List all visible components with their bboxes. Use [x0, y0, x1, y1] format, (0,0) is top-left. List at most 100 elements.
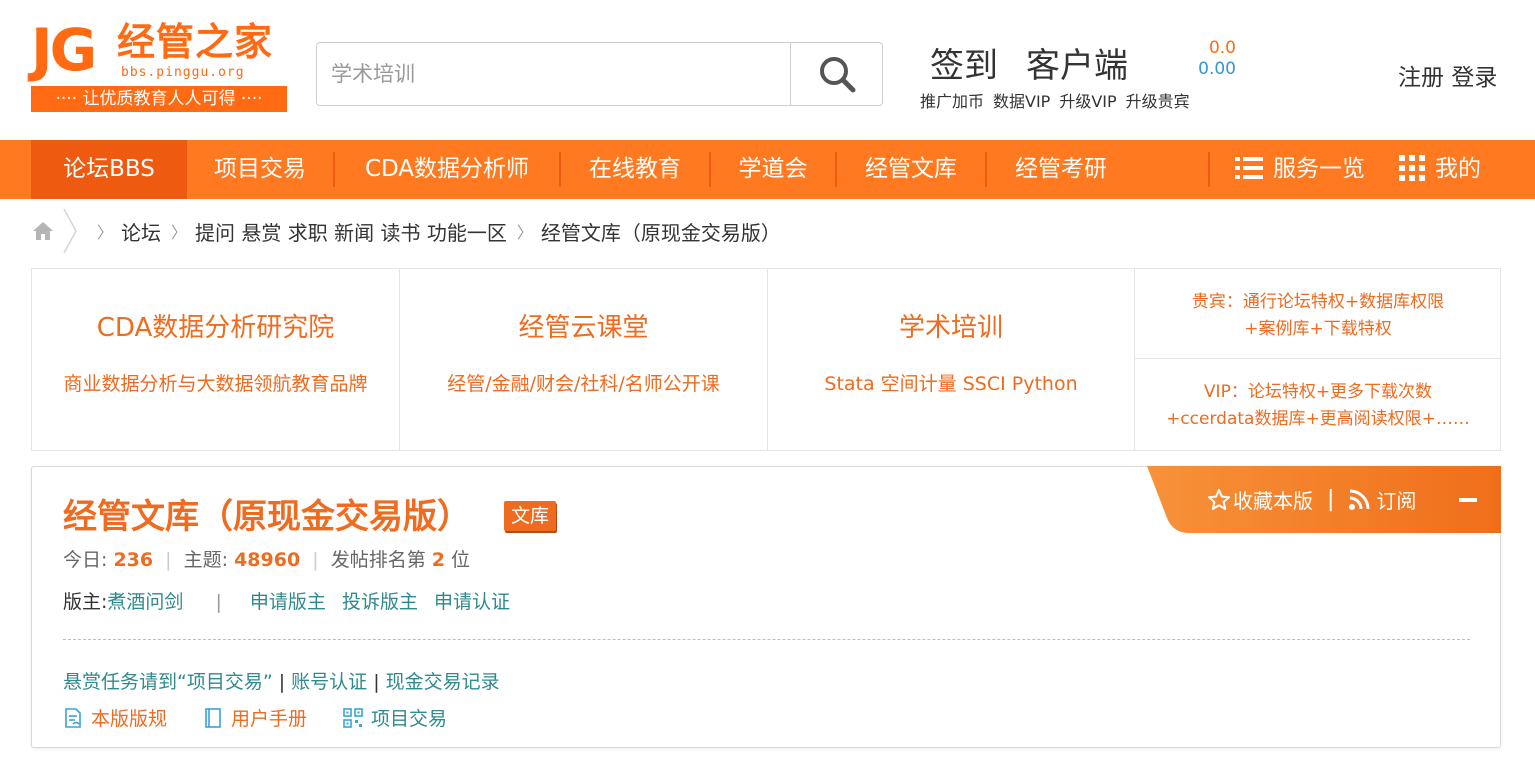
promo-vip-line-2: +ccerdata数据库+更高阅读权限+……: [1166, 409, 1470, 429]
chevron-right-icon: 〉: [171, 223, 188, 242]
nav-mine[interactable]: 我的: [1390, 140, 1490, 199]
account-verify-link[interactable]: 账号认证: [291, 671, 367, 693]
project-trade-label: 项目交易: [371, 708, 448, 730]
complain-moderator-link[interactable]: 投诉版主: [342, 591, 418, 613]
star-icon: [1208, 488, 1230, 510]
subscribe-label: 订阅: [1376, 489, 1417, 513]
promo-vip-line-1: VIP：论坛特权+更多下载次数: [1203, 382, 1433, 402]
site-logo[interactable]: JG 经管之家 bbs.pinggu.org ···· 让优质教育人人可得 ··…: [31, 18, 287, 114]
breadcrumb-current[interactable]: 经管文库（原现金交易版）: [541, 217, 781, 246]
auth-links: 注册 登录: [1398, 58, 1497, 92]
rank-suffix: 位: [451, 549, 471, 571]
home-icon[interactable]: [31, 219, 55, 243]
forum-notice: 悬赏任务请到“项目交易” | 账号认证 | 现金交易记录: [63, 671, 500, 693]
promo-vip-privileges[interactable]: VIP：论坛特权+更多下载次数 +ccerdata数据库+更高阅读权限+……: [1135, 359, 1501, 449]
top-links: 签到 客户端: [930, 38, 1156, 87]
forum-action-ribbon: 收藏本版 | 订阅: [1147, 466, 1501, 533]
rss-icon: [1349, 489, 1370, 510]
bounty-task-link[interactable]: 悬赏任务请到“项目交易”: [63, 671, 273, 693]
moderator-link[interactable]: 煮酒问剑: [107, 591, 183, 613]
user-manual-label: 用户手册: [231, 708, 308, 730]
account-sub-links: 推广加币 数据VIP 升级VIP 升级贵宾: [920, 88, 1199, 112]
rank-prefix: 发帖排名第: [330, 549, 426, 571]
search-input[interactable]: [317, 43, 790, 105]
nav-item-project-trade[interactable]: 项目交易: [187, 140, 333, 199]
breadcrumb: 〉 论坛 〉 提问 悬赏 求职 新闻 读书 功能一区 〉 经管文库（原现金交易版…: [31, 208, 781, 254]
favorite-forum-label: 收藏本版: [1233, 489, 1313, 513]
nav-item-online-edu[interactable]: 在线教育: [561, 140, 709, 199]
list-icon: [1235, 156, 1263, 179]
topics-label: 主题:: [183, 549, 229, 571]
promo-subtitle: 商业数据分析与大数据领航教育品牌: [63, 373, 368, 395]
today-count: 236: [113, 549, 154, 571]
login-link[interactable]: 登录: [1451, 65, 1497, 91]
stats-divider: |: [165, 549, 172, 571]
project-trade-button[interactable]: 项目交易: [343, 704, 447, 731]
moderators-divider: |: [215, 591, 222, 613]
promo-guest-line-1: 贵宾：通行论坛特权+数据库权限: [1191, 292, 1445, 312]
chevron-right-icon: 〉: [516, 223, 533, 242]
topics-count: 48960: [234, 549, 301, 571]
data-vip-link[interactable]: 数据VIP: [993, 92, 1050, 111]
promo-subtitle: 经管/金融/财会/社科/名师公开课: [447, 373, 720, 395]
collapse-icon[interactable]: [1459, 498, 1477, 502]
search-icon: [819, 57, 855, 93]
nav-services-label: 服务一览: [1273, 156, 1365, 182]
balance: 0.0 0.00: [1190, 38, 1236, 80]
checkin-link[interactable]: 签到: [930, 46, 998, 86]
balance-coins: 0.0: [1208, 38, 1236, 58]
client-link[interactable]: 客户端: [1026, 46, 1128, 86]
apply-certification-link[interactable]: 申请认证: [434, 591, 510, 613]
forum-header-box: 经管文库（原现金交易版） 文库 收藏本版 | 订阅 今日: 236 | 主题: …: [31, 466, 1501, 748]
logo-slogan: ···· 让优质教育人人可得 ····: [31, 86, 287, 112]
forum-title: 经管文库（原现金交易版）: [63, 497, 471, 537]
stats-divider: |: [312, 549, 319, 571]
upgrade-guest-link[interactable]: 升级贵宾: [1126, 92, 1190, 111]
promo-guest-privileges[interactable]: 贵宾：通行论坛特权+数据库权限 +案例库+下载特权: [1135, 269, 1501, 359]
upgrade-vip-link[interactable]: 升级VIP: [1059, 92, 1116, 111]
logo-url: bbs.pinggu.org: [121, 65, 245, 80]
promo-guest-line-2: +案例库+下载特权: [1244, 319, 1392, 339]
site-header: JG 经管之家 bbs.pinggu.org ···· 让优质教育人人可得 ··…: [0, 0, 1535, 140]
moderators: 版主:煮酒问剑 | 申请版主 投诉版主 申请认证: [63, 587, 510, 614]
search-button[interactable]: [790, 43, 882, 105]
breadcrumb-section[interactable]: 提问 悬赏 求职 新闻 读书 功能一区: [195, 217, 507, 246]
rules-doc-icon: [65, 707, 81, 728]
logo-name: 经管之家: [117, 20, 274, 64]
book-icon: [205, 707, 221, 728]
register-link[interactable]: 注册: [1398, 65, 1444, 91]
today-label: 今日:: [63, 549, 108, 571]
forum-tag-badge: 文库: [504, 501, 556, 531]
cash-records-link[interactable]: 现金交易记录: [386, 671, 500, 693]
breadcrumb-forum[interactable]: 论坛: [121, 217, 161, 246]
nav-item-kaoyan[interactable]: 经管考研: [987, 140, 1135, 199]
rank-value: 2: [431, 549, 445, 571]
dashed-divider: [63, 639, 1470, 640]
forum-stats: 今日: 236 | 主题: 48960 | 发帖排名第 2 位: [63, 545, 470, 572]
favorite-forum-button[interactable]: 收藏本版: [1207, 485, 1313, 514]
promo-subtitle: Stata 空间计量 SSCI Python: [824, 373, 1078, 395]
logo-letters: JG: [31, 16, 97, 84]
user-manual-button[interactable]: 用户手册: [203, 704, 307, 731]
nav-mine-label: 我的: [1435, 156, 1481, 182]
promo-title: 学术培训: [898, 313, 1003, 343]
promo-academic-training[interactable]: 学术培训 Stata 空间计量 SSCI Python: [768, 269, 1135, 450]
nav-item-xuedaohui[interactable]: 学道会: [711, 140, 835, 199]
nav-divider: [1208, 152, 1210, 187]
nav-item-bbs[interactable]: 论坛BBS: [31, 140, 187, 199]
moderator-label: 版主:: [63, 591, 108, 613]
forum-rules-button[interactable]: 本版版规: [63, 704, 167, 731]
nav-services[interactable]: 服务一览: [1222, 140, 1378, 199]
forum-rules-label: 本版版规: [91, 708, 168, 730]
chevron-right-icon: 〉: [97, 223, 114, 242]
breadcrumb-divider-icon: [63, 208, 77, 254]
qrcode-icon: [343, 707, 363, 728]
grid-icon: [1399, 154, 1425, 181]
subscribe-button[interactable]: 订阅: [1348, 485, 1416, 514]
apply-moderator-link[interactable]: 申请版主: [250, 591, 326, 613]
promo-cda[interactable]: CDA数据分析研究院 商业数据分析与大数据领航教育品牌: [32, 269, 400, 450]
nav-item-library[interactable]: 经管文库: [837, 140, 985, 199]
nav-item-cda[interactable]: CDA数据分析师: [335, 140, 559, 199]
promote-coins-link[interactable]: 推广加币: [920, 92, 984, 111]
promo-cloud-class[interactable]: 经管云课堂 经管/金融/财会/社科/名师公开课: [400, 269, 768, 450]
